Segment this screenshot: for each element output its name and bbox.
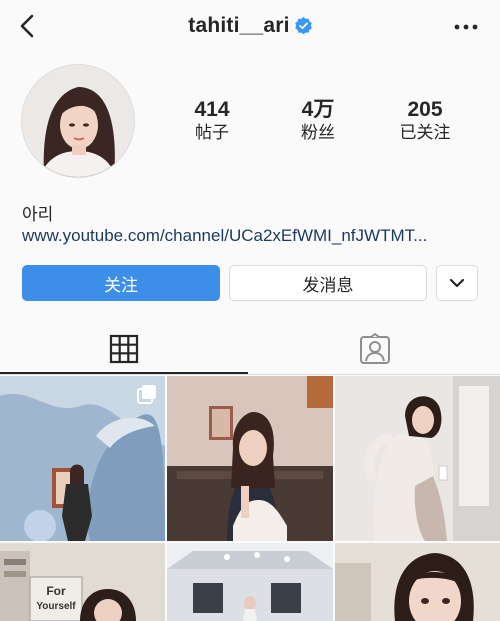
multiple-posts-icon	[137, 385, 156, 404]
username: tahiti__ari	[188, 14, 290, 37]
more-options-button[interactable]	[452, 18, 480, 36]
stat-followers[interactable]: 4万 粉丝	[273, 98, 363, 144]
post-thumbnail: For Yourself	[0, 543, 165, 621]
stat-label: 帖子	[195, 123, 229, 142]
grid-post[interactable]	[0, 376, 165, 541]
grid-post[interactable]	[335, 376, 500, 541]
page-title: tahiti__ari	[0, 14, 500, 38]
tab-tagged[interactable]	[250, 325, 500, 373]
svg-text:Yourself: Yourself	[36, 601, 76, 612]
svg-text:For: For	[46, 584, 66, 598]
grid-post[interactable]	[167, 376, 333, 541]
tagged-person-icon	[360, 333, 390, 364]
stat-value: 205	[407, 98, 443, 121]
stat-label: 粉丝	[301, 123, 335, 142]
suggested-dropdown-button[interactable]	[436, 265, 478, 301]
stat-label: 已关注	[399, 123, 451, 142]
post-thumbnail	[167, 543, 333, 621]
profile-link[interactable]: www.youtube.com/channel/UCa2xEfWMI_nfJWT…	[22, 226, 427, 246]
post-thumbnail	[167, 376, 333, 541]
profile-name: 아리	[22, 205, 54, 224]
stat-value: 414	[194, 98, 230, 121]
avatar-image	[22, 65, 134, 177]
avatar[interactable]	[22, 65, 134, 177]
grid-post[interactable]	[335, 543, 500, 621]
verified-badge-icon	[294, 17, 312, 34]
post-thumbnail	[335, 543, 500, 621]
stat-following[interactable]: 205 已关注	[380, 98, 470, 144]
chevron-down-icon	[449, 278, 465, 288]
follow-button[interactable]: 关注	[22, 265, 220, 301]
stat-posts[interactable]: 414 帖子	[167, 98, 257, 144]
grid-post[interactable]: For Yourself	[0, 543, 165, 621]
tab-divider	[0, 374, 500, 375]
grid-post[interactable]	[167, 543, 333, 621]
post-thumbnail	[335, 376, 500, 541]
message-button[interactable]: 发消息	[229, 265, 427, 301]
grid-icon	[109, 334, 139, 364]
stat-value: 4万	[301, 98, 335, 121]
tab-grid[interactable]	[0, 325, 248, 373]
more-options-icon	[454, 24, 478, 30]
